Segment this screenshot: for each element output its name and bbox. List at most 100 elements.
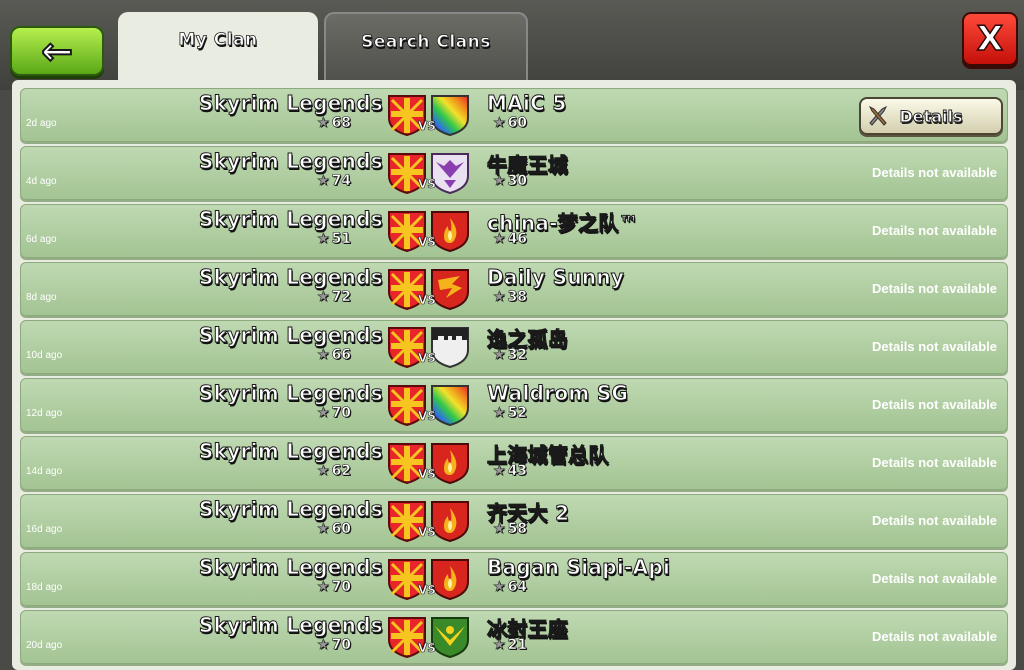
- war-time-ago: 18d ago: [26, 582, 63, 593]
- opponent-stars-value: 46: [507, 231, 528, 248]
- my-clan-stars-value: 70: [331, 579, 352, 596]
- opponent-stars: ★ 21: [493, 637, 528, 654]
- opponent-stars-value: 38: [507, 289, 528, 306]
- star-icon: ★: [493, 637, 506, 654]
- opponent-stars: ★ 30: [493, 173, 528, 190]
- vs-label: VS: [418, 525, 437, 540]
- war-log-row: 20d ago Skyrim Legends ★ 70 VS 冰封王座 ★ 21 D…: [20, 610, 1008, 664]
- my-clan-stars-value: 60: [331, 521, 352, 538]
- star-icon: ★: [493, 289, 506, 306]
- star-icon: ★: [317, 231, 330, 248]
- opponent-badge-icon: [430, 384, 470, 427]
- star-icon: ★: [317, 405, 330, 422]
- details-not-available: Details not available: [872, 165, 997, 180]
- war-log-row: 6d ago Skyrim Legends ★ 51 VS china-梦之队™ …: [20, 204, 1008, 258]
- tab-search-clans[interactable]: Search Clans: [324, 12, 528, 86]
- opponent-badge-icon: [430, 442, 470, 485]
- star-icon: ★: [317, 463, 330, 480]
- war-log-panel[interactable]: 2d ago Skyrim Legends ★ 68 VS MAiC 5 ★ 60 …: [12, 80, 1016, 670]
- my-clan-stars-value: 70: [331, 637, 352, 654]
- opponent-stars-value: 30: [507, 173, 528, 190]
- my-clan-stars-value: 74: [331, 173, 352, 190]
- vs-label: VS: [418, 293, 437, 308]
- details-not-available: Details not available: [872, 455, 997, 470]
- my-clan-stars: ★ 68: [317, 115, 352, 132]
- war-log-row: 2d ago Skyrim Legends ★ 68 VS MAiC 5 ★ 60 …: [20, 88, 1008, 142]
- my-clan-name: Skyrim Legends: [198, 439, 383, 464]
- details-button-label: Details: [899, 106, 963, 126]
- details-not-available: Details not available: [872, 339, 997, 354]
- my-clan-name: Skyrim Legends: [198, 381, 383, 406]
- details-not-available: Details not available: [872, 397, 997, 412]
- details-not-available: Details not available: [872, 571, 997, 586]
- star-icon: ★: [493, 405, 506, 422]
- my-clan-stars: ★ 66: [317, 347, 352, 364]
- war-time-ago: 8d ago: [26, 292, 57, 303]
- war-time-ago: 14d ago: [26, 466, 63, 477]
- war-log-row: 10d ago Skyrim Legends ★ 66 VS 逸之孤岛 ★ 32 D…: [20, 320, 1008, 374]
- vs-label: VS: [418, 409, 437, 424]
- my-clan-name: Skyrim Legends: [198, 207, 383, 232]
- opponent-stars: ★ 52: [493, 405, 528, 422]
- my-clan-name: Skyrim Legends: [198, 497, 383, 522]
- opponent-clan-name: Waldrom SG: [486, 381, 629, 406]
- opponent-stars-value: 21: [507, 637, 528, 654]
- war-log-row: 18d ago Skyrim Legends ★ 70 VS Bagan Siap…: [20, 552, 1008, 606]
- star-icon: ★: [493, 521, 506, 538]
- star-icon: ★: [493, 173, 506, 190]
- opponent-badge-icon: [430, 152, 470, 195]
- opponent-badge-icon: [430, 558, 470, 601]
- opponent-stars: ★ 38: [493, 289, 528, 306]
- details-not-available: Details not available: [872, 223, 997, 238]
- opponent-clan-name: Daily Sunny: [486, 265, 625, 290]
- war-time-ago: 16d ago: [26, 524, 63, 535]
- opponent-badge-icon: [430, 500, 470, 543]
- star-icon: ★: [493, 347, 506, 364]
- star-icon: ★: [493, 463, 506, 480]
- opponent-stars-value: 64: [507, 579, 528, 596]
- opponent-badge-icon: [430, 210, 470, 253]
- opponent-stars: ★ 58: [493, 521, 528, 538]
- war-time-ago: 20d ago: [26, 640, 63, 651]
- my-clan-stars-value: 72: [331, 289, 352, 306]
- close-button[interactable]: X: [962, 12, 1018, 66]
- vs-label: VS: [418, 177, 437, 192]
- vs-label: VS: [418, 641, 437, 656]
- tab-my-clan[interactable]: My Clan: [118, 12, 318, 84]
- opponent-stars: ★ 43: [493, 463, 528, 480]
- war-log-row: 4d ago Skyrim Legends ★ 74 VS 牛魔王城 ★ 30 De…: [20, 146, 1008, 200]
- my-clan-stars-value: 68: [331, 115, 352, 132]
- my-clan-stars-value: 66: [331, 347, 352, 364]
- details-button[interactable]: Details: [859, 97, 1003, 135]
- star-icon: ★: [493, 231, 506, 248]
- close-icon: X: [976, 18, 1004, 60]
- my-clan-stars-value: 51: [331, 231, 352, 248]
- my-clan-stars: ★ 74: [317, 173, 352, 190]
- opponent-stars: ★ 60: [493, 115, 528, 132]
- my-clan-stars: ★ 70: [317, 405, 352, 422]
- details-not-available: Details not available: [872, 629, 997, 644]
- my-clan-stars: ★ 72: [317, 289, 352, 306]
- opponent-stars-value: 60: [507, 115, 528, 132]
- my-clan-name: Skyrim Legends: [198, 613, 383, 638]
- opponent-stars-value: 43: [507, 463, 528, 480]
- details-not-available: Details not available: [872, 513, 997, 528]
- my-clan-name: Skyrim Legends: [198, 149, 383, 174]
- war-time-ago: 4d ago: [26, 176, 57, 187]
- war-log-row: 16d ago Skyrim Legends ★ 60 VS 齐天大 2 ★ 58 …: [20, 494, 1008, 548]
- war-log-row: 8d ago Skyrim Legends ★ 72 VS Daily Sunny…: [20, 262, 1008, 316]
- opponent-clan-name: MAiC 5: [487, 91, 567, 116]
- opponent-badge-icon: [430, 326, 470, 369]
- war-time-ago: 6d ago: [26, 234, 57, 245]
- my-clan-name: Skyrim Legends: [198, 91, 383, 116]
- my-clan-stars-value: 62: [331, 463, 352, 480]
- my-clan-stars: ★ 62: [317, 463, 352, 480]
- opponent-stars: ★ 64: [493, 579, 528, 596]
- star-icon: ★: [493, 579, 506, 596]
- back-button[interactable]: ←: [10, 26, 104, 76]
- my-clan-stars: ★ 51: [317, 231, 352, 248]
- my-clan-name: Skyrim Legends: [198, 323, 383, 348]
- war-time-ago: 2d ago: [26, 118, 57, 129]
- my-clan-stars: ★ 70: [317, 637, 352, 654]
- star-icon: ★: [317, 347, 330, 364]
